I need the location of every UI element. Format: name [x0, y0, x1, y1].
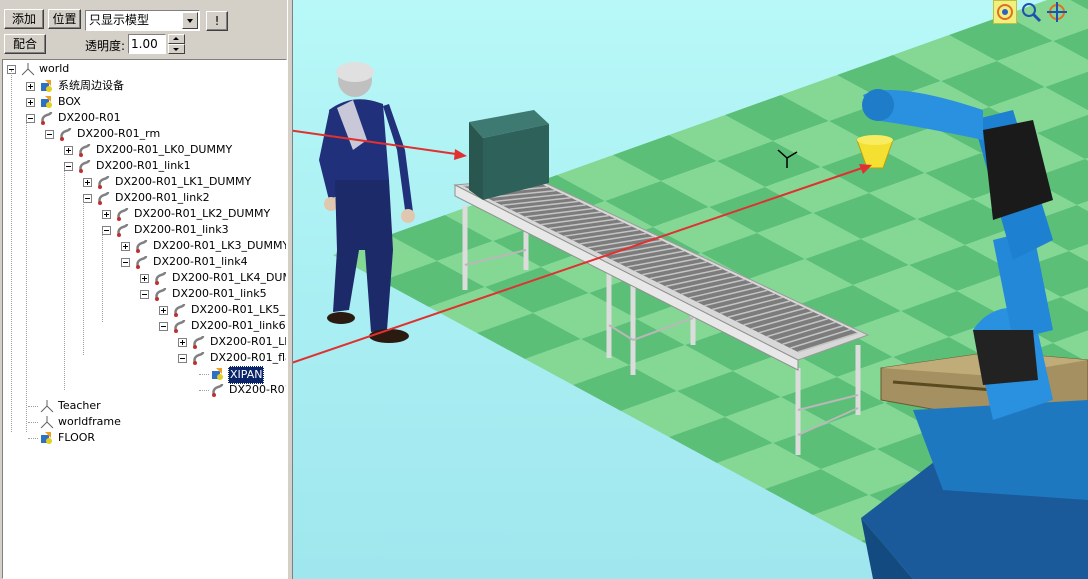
- model-icon: [210, 367, 226, 381]
- tree-node-label: world: [39, 62, 70, 75]
- add-button[interactable]: 添加: [4, 9, 44, 29]
- chevron-down-icon[interactable]: [182, 12, 198, 29]
- collapse-icon[interactable]: [26, 114, 35, 123]
- frame-icon: [20, 62, 36, 76]
- robot-link-icon: [134, 255, 150, 269]
- spin-up-icon[interactable]: [168, 34, 185, 44]
- tree-guide-line: [26, 118, 27, 432]
- position-button[interactable]: 位置: [48, 9, 81, 29]
- collapse-icon[interactable]: [45, 130, 54, 139]
- tree-node-label: DX200-R01_link4: [153, 255, 248, 268]
- robot-link-icon: [134, 239, 150, 253]
- tree-node-label: worldframe: [58, 415, 121, 428]
- tree-connector: [28, 422, 38, 423]
- expand-icon[interactable]: [26, 98, 35, 107]
- tree-node-label: DX200-R01_link5: [172, 287, 267, 300]
- robot-link-icon: [77, 159, 93, 173]
- tree-node-label: FLOOR: [58, 431, 96, 444]
- object-panel: 添加 位置 只显示模型 ! 配合 透明度: 1.00 world 系统周边设备 BO…: [0, 0, 292, 579]
- tree-node-label: DX200-R01: [229, 383, 287, 396]
- expand-icon[interactable]: [159, 306, 168, 315]
- zoom-icon[interactable]: [1019, 0, 1043, 24]
- object-tree[interactable]: world 系统周边设备 BOX DX200-R01 DX200-R01_rm DX200…: [2, 59, 287, 579]
- tree-node-label: DX200-R01_link2: [115, 191, 210, 204]
- robot-link-icon: [58, 127, 74, 141]
- robot-link-icon: [191, 351, 207, 365]
- model-icon: [39, 79, 55, 93]
- expand-icon[interactable]: [121, 242, 130, 251]
- collapse-icon[interactable]: [121, 258, 130, 267]
- robot-link-icon: [172, 319, 188, 333]
- tree-node-label: DX200-R01_LK4_DUM: [172, 271, 287, 284]
- robot-link-icon: [172, 303, 188, 317]
- robot-link-icon: [115, 207, 131, 221]
- expand-icon[interactable]: [26, 82, 35, 91]
- scene: [293, 0, 1088, 579]
- robot-link-icon: [96, 191, 112, 205]
- tree-node-label: DX200-R01_LK3_DUMMY: [153, 239, 287, 252]
- collapse-icon[interactable]: [159, 322, 168, 331]
- tree-node-label: DX200-R01: [58, 111, 121, 124]
- tree-node-label: DX200-R01_fla: [210, 351, 287, 364]
- transparency-label: 透明度:: [85, 39, 126, 53]
- collapse-icon[interactable]: [102, 226, 111, 235]
- tree-node-label: DX200-R01_LK5_D: [191, 303, 287, 316]
- tree-node-label: Teacher: [58, 399, 101, 412]
- model-icon: [39, 95, 55, 109]
- teacher-model: [319, 62, 415, 343]
- spin-down-icon[interactable]: [168, 44, 185, 54]
- tree-guide-line: [11, 70, 12, 432]
- tree-node-label: DX200-R01_link6: [191, 319, 286, 332]
- pan-icon[interactable]: [1045, 0, 1069, 24]
- expand-icon[interactable]: [83, 178, 92, 187]
- transparency-input[interactable]: 1.00: [128, 34, 166, 54]
- tree-guide-line: [64, 166, 65, 390]
- tree-node-label: 系统周边设备: [58, 79, 124, 92]
- expand-icon[interactable]: [140, 274, 149, 283]
- tree-node-label: DX200-R01_link1: [96, 159, 191, 172]
- tree-connector: [28, 438, 38, 439]
- display-mode-select[interactable]: 只显示模型: [85, 10, 200, 31]
- collapse-icon[interactable]: [178, 354, 187, 363]
- tree-node-label: DX200-R01_LK2_DUMMY: [134, 207, 271, 220]
- tree-node-label: DX200-R01_rm: [77, 127, 161, 140]
- robot-link-icon: [153, 287, 169, 301]
- tree-node-label: DX200-R01_LK: [210, 335, 287, 348]
- tree-guide-line: [83, 198, 84, 355]
- collapse-icon[interactable]: [64, 162, 73, 171]
- expand-icon[interactable]: [102, 210, 111, 219]
- tree-connector: [28, 406, 38, 407]
- robot-link-icon: [210, 383, 226, 397]
- tree-node-label: DX200-R01_link3: [134, 223, 229, 236]
- exclaim-button[interactable]: !: [206, 11, 228, 31]
- frame-icon: [39, 415, 55, 429]
- fit-button[interactable]: 配合: [4, 34, 46, 54]
- tree-node-label: DX200-R01_LK0_DUMMY: [96, 143, 233, 156]
- display-mode-value: 只显示模型: [89, 13, 150, 27]
- robot-link-icon: [96, 175, 112, 189]
- robot-link-icon: [153, 271, 169, 285]
- collapse-icon[interactable]: [83, 194, 92, 203]
- tree-node-label: DX200-R01_LK1_DUMMY: [115, 175, 252, 188]
- tree-guide-line: [102, 230, 103, 322]
- robot-link-icon: [39, 111, 55, 125]
- frame-icon: [39, 399, 55, 413]
- expand-icon[interactable]: [64, 146, 73, 155]
- robot-link-icon: [115, 223, 131, 237]
- robot-link-icon: [191, 335, 207, 349]
- robot-link-icon: [77, 143, 93, 157]
- rotate-icon[interactable]: [993, 0, 1017, 24]
- tree-connector: [199, 390, 209, 391]
- 3d-viewport[interactable]: [293, 0, 1088, 579]
- model-icon: [39, 431, 55, 445]
- tree-connector: [199, 374, 209, 375]
- collapse-icon[interactable]: [140, 290, 149, 299]
- tree-node-label: BOX: [58, 95, 81, 108]
- expand-icon[interactable]: [178, 338, 187, 347]
